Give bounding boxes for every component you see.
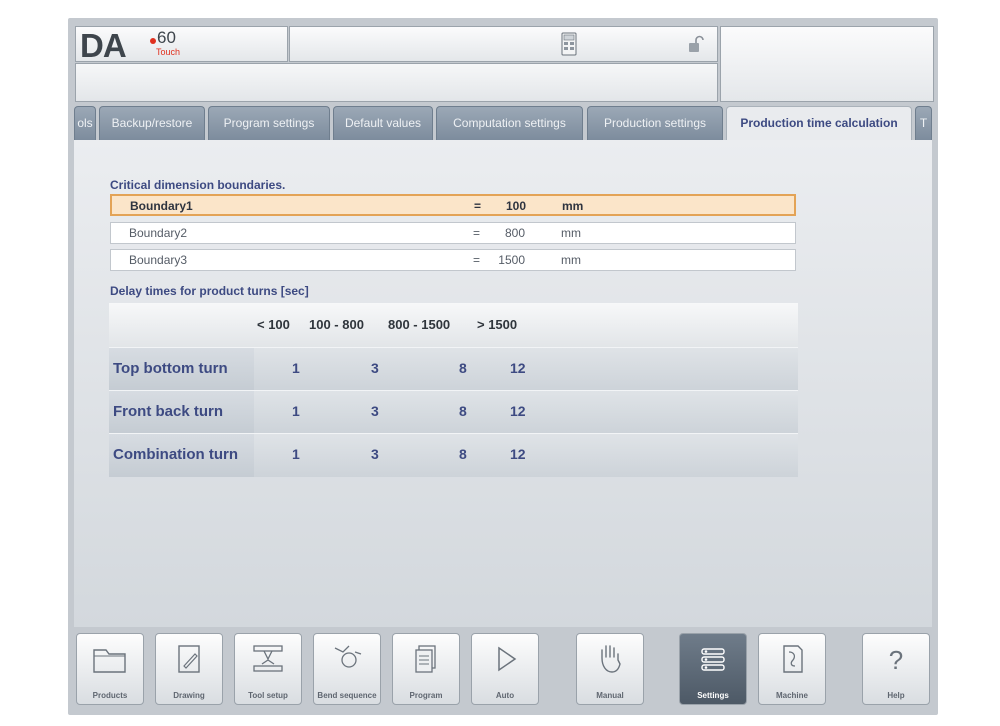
button-label: Auto [495, 691, 515, 700]
button-label: Tool setup [248, 691, 288, 700]
machine-button[interactable]: Machine [758, 633, 826, 705]
boundary-name: Boundary3 [129, 253, 188, 267]
logo-text: DA [80, 27, 127, 64]
table-row[interactable]: Top bottom turn 1 3 8 12 [109, 347, 798, 390]
tab-production-settings[interactable]: Production settings [587, 106, 723, 140]
settings-button[interactable]: Settings [679, 633, 747, 705]
logo-dot [150, 38, 156, 44]
button-label: Settings [697, 691, 729, 700]
table-cell[interactable]: 1 [292, 403, 300, 419]
button-label: Manual [596, 691, 624, 700]
equals-sign: = [473, 253, 481, 267]
row-label: Combination turn [109, 434, 254, 477]
button-label: Products [92, 691, 128, 700]
auto-button[interactable]: Auto [471, 633, 539, 705]
bend-sequence-button[interactable]: Bend sequence [313, 633, 381, 705]
table-cell[interactable]: 8 [459, 446, 467, 462]
table-cell[interactable]: 1 [292, 446, 300, 462]
boundary-name: Boundary1 [130, 199, 193, 213]
table-cell[interactable]: 3 [371, 403, 379, 419]
tab-backup-restore[interactable]: Backup/restore [99, 106, 205, 140]
delay-times-title: Delay times for product turns [sec] [110, 284, 309, 298]
tab-label: Backup/restore [111, 116, 193, 130]
help-button[interactable]: ? Help [862, 633, 930, 705]
tab-default-values[interactable]: Default values [333, 106, 433, 140]
column-header: > 1500 [477, 317, 518, 332]
tab-program-settings[interactable]: Program settings [208, 106, 330, 140]
header-status-bar [289, 26, 718, 62]
help-icon: ? [876, 642, 916, 681]
hand-icon [590, 642, 630, 681]
table-cell[interactable]: 3 [371, 360, 379, 376]
button-label: Machine [775, 691, 808, 700]
row-label: Front back turn [109, 391, 254, 433]
boundary-unit: mm [562, 199, 584, 213]
equals-sign: = [473, 226, 481, 240]
tab-next[interactable]: T [915, 106, 932, 140]
program-button[interactable]: Program [392, 633, 460, 705]
boundaries-title: Critical dimension boundaries. [110, 178, 286, 192]
folder-icon [90, 642, 130, 681]
column-header: 100 - 800 [309, 317, 364, 332]
row-label: Top bottom turn [109, 348, 254, 390]
boundary-value: 100 [505, 199, 526, 213]
boundary-unit: mm [561, 253, 581, 267]
settings-tabs: ols Backup/restore Program settings Defa… [74, 106, 932, 142]
header-info-panel [720, 26, 934, 102]
svg-text:?: ? [889, 645, 903, 675]
boundary-value: 1500 [498, 253, 525, 267]
button-label: Drawing [173, 691, 205, 700]
table-cell[interactable]: 8 [459, 360, 467, 376]
message-bar [75, 63, 718, 102]
tab-label: T [919, 116, 928, 130]
table-header: < 100 100 - 800 800 - 1500 > 1500 [109, 303, 798, 347]
manual-button[interactable]: Manual [576, 633, 644, 705]
table-row[interactable]: Front back turn 1 3 8 12 [109, 390, 798, 433]
tab-label: Program settings [223, 116, 315, 130]
table-cell[interactable]: 12 [510, 403, 526, 419]
unlock-icon[interactable] [688, 35, 704, 58]
button-label: Bend sequence [317, 691, 377, 700]
table-cell[interactable]: 12 [510, 446, 526, 462]
products-button[interactable]: Products [76, 633, 144, 705]
tab-production-time-calculation[interactable]: Production time calculation [726, 106, 912, 142]
tab-label: ols [77, 116, 93, 130]
tab-label: Production settings [603, 116, 707, 130]
calculator-icon[interactable] [561, 32, 577, 61]
table-cell[interactable]: 3 [371, 446, 379, 462]
logo-area: DA 60 Touch [75, 26, 288, 64]
boundary-value: 800 [504, 226, 525, 240]
drawing-icon [169, 642, 209, 681]
button-label: Help [887, 691, 905, 700]
button-label: Program [409, 691, 443, 700]
boundary-unit: mm [561, 226, 581, 240]
tab-label: Computation settings [453, 116, 566, 130]
drawing-button[interactable]: Drawing [155, 633, 223, 705]
tab-label: Production time calculation [740, 116, 898, 130]
equals-sign: = [474, 199, 482, 213]
column-header: < 100 [257, 317, 290, 332]
tool-setup-icon [248, 642, 288, 681]
play-icon [485, 642, 525, 681]
tab-tools[interactable]: ols [74, 106, 96, 140]
boundary-row[interactable]: Boundary3 = 1500 mm [110, 249, 796, 271]
machine-icon [772, 642, 812, 681]
bend-sequence-icon [327, 642, 367, 677]
table-cell[interactable]: 8 [459, 403, 467, 419]
delay-times-table: < 100 100 - 800 800 - 1500 > 1500 Top bo… [109, 303, 798, 477]
boundary-row[interactable]: Boundary1 = 100 mm [110, 194, 796, 216]
settings-icon [693, 642, 733, 681]
table-cell[interactable]: 12 [510, 360, 526, 376]
boundary-row[interactable]: Boundary2 = 800 mm [110, 222, 796, 244]
tab-label: Default values [344, 116, 422, 130]
program-icon [406, 642, 446, 681]
boundary-name: Boundary2 [129, 226, 188, 240]
table-row[interactable]: Combination turn 1 3 8 12 [109, 433, 798, 477]
logo-subtitle: Touch [156, 47, 181, 57]
table-cell[interactable]: 1 [292, 360, 300, 376]
tab-computation-settings[interactable]: Computation settings [436, 106, 583, 140]
tool-setup-button[interactable]: Tool setup [234, 633, 302, 705]
column-header: 800 - 1500 [388, 317, 451, 332]
logo-number: 60 [157, 28, 176, 47]
